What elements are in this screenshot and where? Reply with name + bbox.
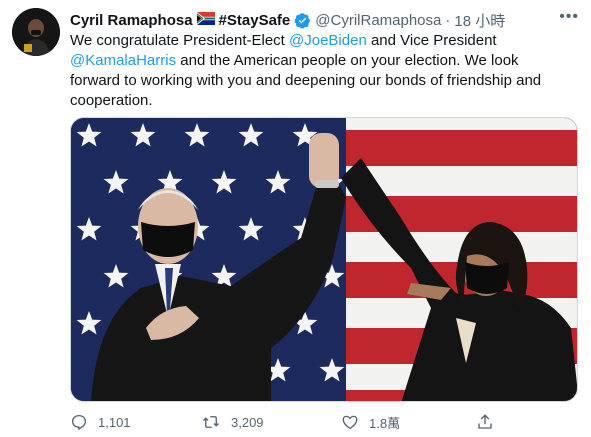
text-part: We congratulate President-Elect bbox=[70, 32, 290, 49]
display-name[interactable]: Cyril Ramaphosa bbox=[70, 12, 193, 29]
reply-icon bbox=[71, 414, 87, 431]
hashtag[interactable]: #StaySafe bbox=[219, 12, 291, 29]
like-button[interactable]: 1.8萬 bbox=[341, 413, 400, 432]
action-bar: 1,101 3,209 1.8萬 bbox=[70, 412, 500, 432]
retweet-icon bbox=[203, 416, 219, 428]
handle[interactable]: @CyrilRamaphosa bbox=[315, 12, 441, 29]
avatar[interactable] bbox=[12, 8, 60, 56]
tweet-photo[interactable] bbox=[70, 117, 578, 402]
share-icon bbox=[478, 414, 492, 429]
south-africa-flag-icon bbox=[196, 11, 215, 29]
timestamp[interactable]: 18 小時 bbox=[454, 10, 505, 31]
text-part: and Vice President bbox=[366, 32, 497, 49]
like-count: 1.8萬 bbox=[369, 415, 401, 431]
share-button[interactable] bbox=[476, 413, 504, 431]
verified-badge-icon bbox=[294, 12, 311, 29]
retweet-button[interactable]: 3,209 bbox=[201, 413, 264, 431]
reply-count: 1,101 bbox=[98, 414, 131, 430]
retweet-count: 3,209 bbox=[231, 414, 264, 430]
tweet[interactable]: Cyril Ramaphosa #StaySafe @CyrilRamaphos… bbox=[0, 0, 591, 437]
more-options-icon[interactable]: ••• bbox=[559, 8, 579, 26]
mention-joebiden[interactable]: @JoeBiden bbox=[289, 32, 367, 49]
mention-kamalaharris[interactable]: @KamalaHarris bbox=[70, 52, 176, 69]
separator: · bbox=[445, 11, 451, 29]
tweet-text: We congratulate President-Elect @JoeBide… bbox=[70, 31, 570, 111]
reply-button[interactable]: 1,101 bbox=[70, 413, 131, 431]
heart-icon bbox=[342, 415, 358, 430]
